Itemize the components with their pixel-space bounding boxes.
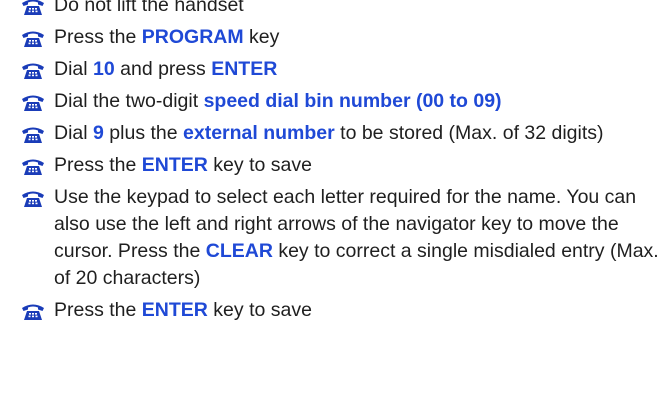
telephone-icon bbox=[20, 0, 46, 17]
telephone-icon bbox=[20, 123, 46, 145]
step-text: Dial the two-digit bbox=[54, 90, 204, 112]
step-text: plus the bbox=[103, 122, 184, 144]
step-text: Do not lift the handset bbox=[54, 0, 244, 16]
telephone-icon bbox=[20, 59, 46, 81]
speed-dial-programming-steps: Do not lift the handset Press the PROGRA… bbox=[0, 0, 672, 329]
step-item: Dial 9 plus the external number to be st… bbox=[0, 120, 672, 147]
step-item: Press the ENTER key to save bbox=[0, 152, 672, 179]
highlighted-term: 9 bbox=[93, 122, 104, 144]
step-item: Use the keypad to select each letter req… bbox=[0, 184, 672, 292]
highlighted-term: 10 bbox=[93, 58, 115, 80]
step-text: Dial bbox=[54, 58, 94, 80]
step-text: Press the bbox=[54, 26, 142, 48]
step-item: Do not lift the handset bbox=[0, 0, 672, 19]
highlighted-term: CLEAR bbox=[205, 240, 273, 262]
step-text: Press the bbox=[54, 299, 142, 321]
highlighted-term: ENTER bbox=[141, 299, 208, 321]
highlighted-term: external number bbox=[183, 122, 335, 144]
step-text: to be stored (Max. of 32 digits) bbox=[334, 122, 604, 144]
telephone-icon bbox=[20, 91, 46, 113]
telephone-icon bbox=[20, 155, 46, 177]
step-text: key bbox=[243, 26, 280, 48]
step-text: Dial bbox=[54, 122, 94, 144]
telephone-icon bbox=[20, 27, 46, 49]
step-text: key to save bbox=[207, 154, 312, 176]
step-item: Dial 10 and press ENTER bbox=[0, 56, 672, 83]
step-item: Press the ENTER key to save bbox=[0, 297, 672, 324]
step-text: and press bbox=[114, 58, 212, 80]
step-text: Press the bbox=[54, 154, 142, 176]
highlighted-term: ENTER bbox=[141, 154, 208, 176]
highlighted-term: PROGRAM bbox=[141, 26, 244, 48]
step-item: Dial the two-digit speed dial bin number… bbox=[0, 88, 672, 115]
step-text: key to save bbox=[207, 299, 312, 321]
highlighted-term: ENTER bbox=[211, 58, 278, 80]
telephone-icon bbox=[20, 187, 46, 209]
highlighted-term: speed dial bin number (00 to 09) bbox=[203, 90, 502, 112]
telephone-icon bbox=[20, 300, 46, 322]
step-item: Press the PROGRAM key bbox=[0, 24, 672, 51]
